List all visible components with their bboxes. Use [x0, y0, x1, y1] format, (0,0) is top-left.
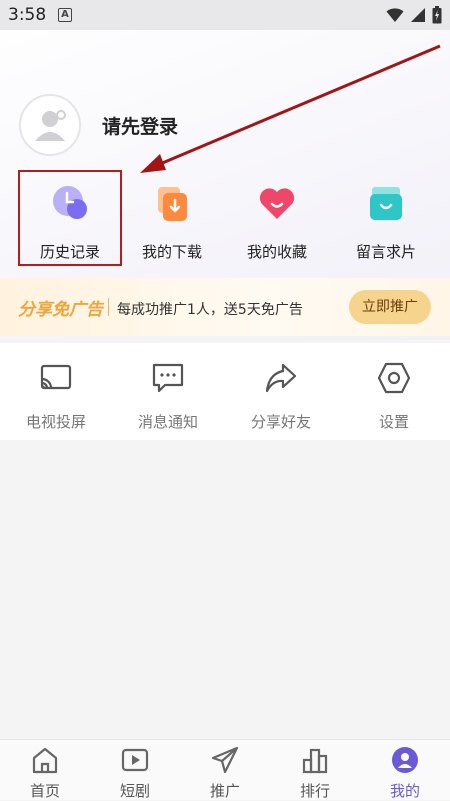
- promote-now-button[interactable]: 立即推广: [349, 290, 431, 324]
- tools-section: 电视投屏 消息通知 分享好友 设置: [0, 343, 450, 440]
- tool-label: 分享好友: [250, 413, 311, 431]
- tab-mine[interactable]: 我的: [375, 746, 435, 801]
- tool-messages[interactable]: 消息通知: [112, 361, 224, 432]
- tab-short-drama[interactable]: 短剧: [105, 746, 165, 801]
- tab-home[interactable]: 首页: [15, 746, 75, 801]
- ad-title: 分享免广告: [18, 300, 103, 320]
- tool-share[interactable]: 分享好友: [225, 361, 337, 432]
- profile-icon: [392, 747, 418, 773]
- tool-label: 消息通知: [137, 413, 198, 431]
- play-icon: [121, 748, 149, 772]
- tab-label: 我的: [389, 782, 420, 800]
- settings-hexagon-icon: [377, 362, 411, 394]
- tab-promote[interactable]: 推广: [195, 746, 255, 801]
- bottom-tab-bar: 首页 短剧 推广 排行 我的: [0, 739, 450, 800]
- ranking-icon: [302, 748, 328, 774]
- tab-label: 排行: [299, 782, 330, 800]
- tab-label: 推广: [209, 782, 240, 800]
- tool-label: 设置: [378, 413, 409, 431]
- tool-settings[interactable]: 设置: [338, 361, 450, 432]
- ad-divider: [108, 298, 109, 316]
- tab-label: 短剧: [119, 782, 150, 800]
- share-icon: [265, 363, 297, 393]
- ad-description: 每成功推广1人，送5天免广告: [117, 302, 303, 318]
- chat-icon: [152, 363, 184, 393]
- cast-icon: [40, 364, 72, 390]
- tool-cast[interactable]: 电视投屏: [0, 361, 112, 432]
- tool-label: 电视投屏: [25, 413, 86, 431]
- tab-label: 首页: [29, 782, 60, 800]
- tab-ranking[interactable]: 排行: [285, 746, 345, 801]
- paper-plane-icon: [211, 746, 239, 774]
- home-icon: [32, 747, 58, 774]
